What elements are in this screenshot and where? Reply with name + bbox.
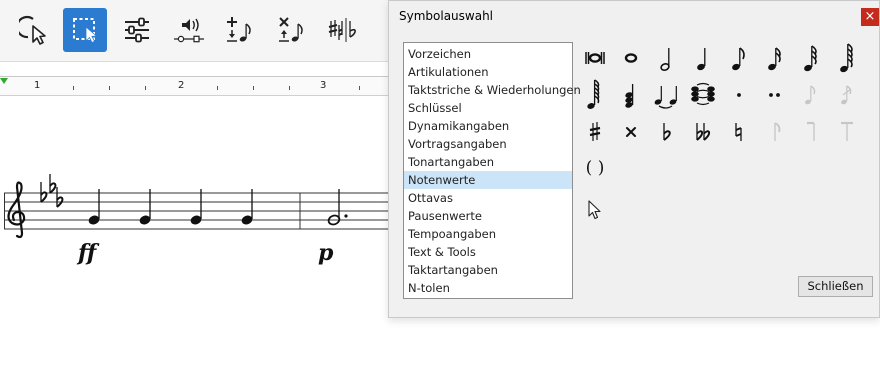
category-item[interactable]: N-tolen <box>404 279 572 297</box>
double-flat-icon[interactable] <box>688 115 718 147</box>
sixteenth-note-icon[interactable] <box>760 42 790 74</box>
category-item[interactable]: Vortragsangaben <box>404 135 572 153</box>
ruler-tick <box>145 86 146 90</box>
ruler-tick <box>289 86 290 90</box>
parentheses-icon[interactable]: ( ) <box>580 152 610 184</box>
delete-note-button[interactable] <box>270 8 314 52</box>
marquee-select-icon <box>73 18 98 44</box>
note[interactable] <box>240 189 253 226</box>
dynamic-marking[interactable]: ff <box>78 240 96 266</box>
category-item[interactable]: Schlüssel <box>404 99 572 117</box>
marquee-select-button[interactable] <box>63 8 107 52</box>
ruler-tick <box>253 86 254 90</box>
category-item[interactable]: Dynamikangaben <box>404 117 572 135</box>
natural-icon[interactable] <box>724 115 754 147</box>
category-item[interactable]: Text & Tools <box>404 243 572 261</box>
dialog-title: Symbolauswahl <box>399 9 494 23</box>
thirty-second-note-icon[interactable] <box>796 42 826 74</box>
insert-note-icon <box>227 17 251 42</box>
accidentals-icon <box>328 18 356 42</box>
grace-note-icon[interactable] <box>796 78 826 110</box>
playback-sound-icon <box>174 18 204 43</box>
timeline-ruler[interactable]: 1 2 3 <box>0 76 392 96</box>
score-view[interactable]: ff p <box>0 96 392 380</box>
chord-tie-icon[interactable] <box>688 78 718 110</box>
flat-icon[interactable] <box>652 115 682 147</box>
hundred-twenty-eighth-note-icon[interactable] <box>580 78 610 110</box>
ruler-tick <box>109 86 110 90</box>
ruler-tick <box>73 86 74 90</box>
mouse-cursor-icon <box>588 200 601 220</box>
flag-up-icon[interactable] <box>832 115 862 147</box>
delete-note-icon <box>279 17 303 42</box>
tie-icon[interactable] <box>652 78 682 110</box>
note[interactable] <box>87 189 100 226</box>
ruler-measure-2: 2 <box>178 80 185 91</box>
category-item[interactable]: Taktstriche & Wiederholungen <box>404 81 581 99</box>
insert-note-button[interactable] <box>218 8 262 52</box>
chord-icon[interactable] <box>616 78 646 110</box>
eighth-note-icon[interactable] <box>724 42 754 74</box>
staff-system[interactable] <box>0 96 392 246</box>
category-list[interactable]: Vorzeichen Artikulationen Taktstriche & … <box>403 42 581 299</box>
flag-sixteenth-icon[interactable] <box>796 115 826 147</box>
ruler-tick <box>359 86 360 90</box>
double-dot-icon[interactable] <box>760 78 790 110</box>
ruler-measure-1: 1 <box>34 80 41 91</box>
ruler-measure-3: 3 <box>320 80 327 91</box>
sixty-fourth-note-icon[interactable] <box>832 42 862 74</box>
double-whole-note-icon[interactable] <box>580 42 610 74</box>
category-item[interactable]: Tempoangaben <box>404 225 572 243</box>
symbol-selection-dialog: Symbolauswahl × Vorzeichen Artikulatione… <box>388 0 880 318</box>
category-item-selected[interactable]: Notenwerte <box>404 171 572 189</box>
mixer-sliders-icon <box>125 17 149 43</box>
category-item[interactable]: Ottavas <box>404 189 572 207</box>
main-toolbar <box>0 0 392 62</box>
notation-app: 1 2 3 ff p Symbolauswahl × Vorzeichen Ar… <box>0 0 880 380</box>
close-button[interactable]: Schließen <box>798 276 873 297</box>
flag-eighth-icon[interactable] <box>760 115 790 147</box>
accidentals-button[interactable] <box>322 8 366 52</box>
category-item[interactable]: Artikulationen <box>404 63 572 81</box>
playback-button[interactable] <box>167 8 211 52</box>
note[interactable] <box>189 189 202 226</box>
whole-note-icon[interactable] <box>616 42 646 74</box>
grace-note-slashed-icon[interactable] <box>832 78 862 110</box>
select-tool-icon <box>19 16 46 45</box>
note[interactable] <box>138 189 151 226</box>
ruler-tick <box>217 86 218 90</box>
category-item[interactable]: Tonartangaben <box>404 153 572 171</box>
half-note-icon[interactable] <box>652 42 682 74</box>
category-item[interactable]: Pausenwerte <box>404 207 572 225</box>
category-item[interactable]: Taktartangaben <box>404 261 572 279</box>
dot-icon[interactable] <box>724 78 754 110</box>
dynamic-marking[interactable]: p <box>318 240 333 266</box>
mixer-button[interactable] <box>115 8 159 52</box>
double-sharp-icon[interactable] <box>616 115 646 147</box>
category-item[interactable]: Vorzeichen <box>404 45 572 63</box>
sharp-icon[interactable] <box>580 115 610 147</box>
dialog-close-button[interactable]: × <box>861 8 879 26</box>
quarter-note-icon[interactable] <box>688 42 718 74</box>
playhead-marker-icon[interactable] <box>0 77 10 87</box>
select-tool-button[interactable] <box>12 8 56 52</box>
